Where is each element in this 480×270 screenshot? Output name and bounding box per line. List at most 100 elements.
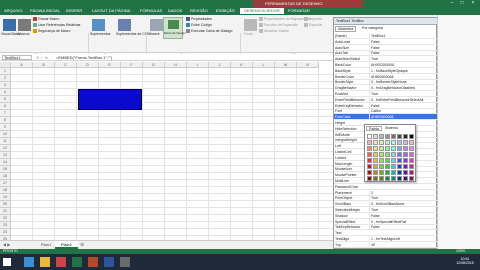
row-header[interactable]: 4 <box>0 89 11 96</box>
color-swatch[interactable] <box>373 152 378 157</box>
properties-object-dropdown[interactable]: TextBox1 TextBox <box>334 18 438 25</box>
textbox1-control[interactable] <box>78 89 142 110</box>
color-swatch[interactable] <box>409 164 414 169</box>
color-swatch[interactable] <box>409 152 414 157</box>
formula-input[interactable]: =EMBED("Forms.TextBox.1";"") <box>56 55 330 60</box>
color-swatch[interactable] <box>379 146 384 151</box>
media-icon[interactable] <box>56 257 66 267</box>
color-swatch[interactable] <box>367 134 372 139</box>
column-header[interactable]: G <box>143 62 165 68</box>
property-value[interactable]: 45 <box>369 241 435 248</box>
row-header[interactable]: 24 <box>0 229 11 236</box>
column-header[interactable]: B <box>33 62 55 68</box>
tab-exibicao[interactable]: EXIBIÇÃO <box>212 8 239 14</box>
color-swatch[interactable] <box>379 134 384 139</box>
color-swatch[interactable] <box>379 170 384 175</box>
color-swatch[interactable] <box>397 170 402 175</box>
color-swatch[interactable] <box>403 176 408 181</box>
row-header[interactable]: 2 <box>0 75 11 82</box>
color-swatch[interactable] <box>397 158 402 163</box>
row-header[interactable]: 18 <box>0 187 11 194</box>
color-swatch[interactable] <box>403 170 408 175</box>
refresh-data-button[interactable]: Atualizar Dados <box>259 29 289 34</box>
system-tab[interactable]: Sistema <box>383 126 400 131</box>
tab-pagina-inicial[interactable]: PÁGINA INICIAL <box>26 8 64 14</box>
color-swatch[interactable] <box>367 146 372 151</box>
row-header[interactable]: 12 <box>0 145 11 152</box>
color-swatch[interactable] <box>391 164 396 169</box>
color-swatch[interactable] <box>379 140 384 145</box>
com-addins-icon[interactable] <box>118 19 131 31</box>
color-swatch[interactable] <box>373 164 378 169</box>
color-swatch[interactable] <box>391 152 396 157</box>
tab-dados[interactable]: DADOS <box>164 8 186 14</box>
color-swatch[interactable] <box>391 146 396 151</box>
color-swatch[interactable] <box>379 164 384 169</box>
expansion-packs-button[interactable]: Pacotes de Expansão <box>259 23 298 28</box>
source-icon[interactable] <box>244 19 257 31</box>
row-header[interactable]: 23 <box>0 222 11 229</box>
color-swatch[interactable] <box>409 146 414 151</box>
tab-arquivo[interactable]: ARQUIVO <box>0 8 26 14</box>
color-swatch[interactable] <box>397 134 402 139</box>
sheet-tab-plan2[interactable]: Plan2 <box>55 241 78 249</box>
color-swatch[interactable] <box>409 158 414 163</box>
color-swatch[interactable] <box>385 158 390 163</box>
column-header[interactable]: F <box>121 62 143 68</box>
tab-formatar[interactable]: FORMATAR <box>284 8 314 14</box>
color-swatch[interactable] <box>391 170 396 175</box>
row-header[interactable]: 22 <box>0 215 11 222</box>
color-swatch[interactable] <box>397 164 402 169</box>
row-header[interactable]: 8 <box>0 117 11 124</box>
color-swatch[interactable] <box>409 170 414 175</box>
formula-cancel-icon[interactable]: ✕ ✓ fx <box>36 55 48 60</box>
row-header[interactable]: 11 <box>0 138 11 145</box>
visual-basic-icon[interactable] <box>3 19 16 31</box>
word-icon[interactable] <box>104 257 114 267</box>
sheet-nav-arrows-icon[interactable]: ◀ ▶ <box>3 242 10 247</box>
color-swatch[interactable] <box>385 164 390 169</box>
column-header[interactable]: N <box>297 62 319 68</box>
addins-icon[interactable] <box>92 19 105 31</box>
spreadsheet-grid[interactable]: A B C D E F G H I J K L M N 1 2 3 4 5 6 7 8 9 10 11 12 13 14 15 16 17 1… <box>0 62 333 240</box>
color-swatch[interactable] <box>367 158 372 163</box>
macro-security-button[interactable]: Segurança de Macro <box>33 29 71 34</box>
maximize-icon[interactable]: □ <box>458 1 466 6</box>
name-box[interactable]: TextBox1 <box>2 55 32 60</box>
row-header[interactable]: 20 <box>0 201 11 208</box>
color-swatch[interactable] <box>397 176 402 181</box>
excel-taskbar-icon[interactable] <box>72 257 82 267</box>
color-swatch[interactable] <box>367 170 372 175</box>
color-swatch[interactable] <box>367 176 372 181</box>
column-header[interactable]: I <box>187 62 209 68</box>
column-header[interactable]: K <box>231 62 253 68</box>
design-mode-button[interactable]: Modo de Design <box>163 17 186 39</box>
tab-revisao[interactable]: REVISÃO <box>186 8 212 14</box>
ie-icon[interactable] <box>24 257 34 267</box>
row-header[interactable]: 17 <box>0 180 11 187</box>
color-swatch[interactable] <box>403 134 408 139</box>
explorer-icon[interactable] <box>40 257 50 267</box>
tab-desenvolvedor[interactable]: DESENVOLVEDOR <box>240 8 284 14</box>
app-icon[interactable] <box>120 257 130 267</box>
tab-alfabetica[interactable]: Alfabética <box>335 26 357 32</box>
color-swatch[interactable] <box>379 152 384 157</box>
color-swatch[interactable] <box>403 140 408 145</box>
windows-start-icon[interactable] <box>3 258 11 266</box>
color-swatch[interactable] <box>373 158 378 163</box>
relative-refs-button[interactable]: Usar Referências Relativas <box>33 23 80 28</box>
color-swatch[interactable] <box>385 146 390 151</box>
row-header[interactable]: 13 <box>0 152 11 159</box>
record-macro-button[interactable]: Gravar Macro <box>33 17 59 22</box>
tab-inserir[interactable]: INSERIR <box>62 8 86 14</box>
color-swatch[interactable] <box>409 176 414 181</box>
column-header[interactable]: D <box>77 62 99 68</box>
color-swatch[interactable] <box>379 176 384 181</box>
sheet-tab-plan1[interactable]: Plan1 <box>35 241 57 249</box>
row-header[interactable]: 5 <box>0 96 11 103</box>
add-sheet-icon[interactable]: ⊕ <box>80 242 84 248</box>
color-swatch[interactable] <box>373 146 378 151</box>
color-swatch[interactable] <box>367 164 372 169</box>
row-header[interactable]: 15 <box>0 166 11 173</box>
color-swatch[interactable] <box>391 158 396 163</box>
